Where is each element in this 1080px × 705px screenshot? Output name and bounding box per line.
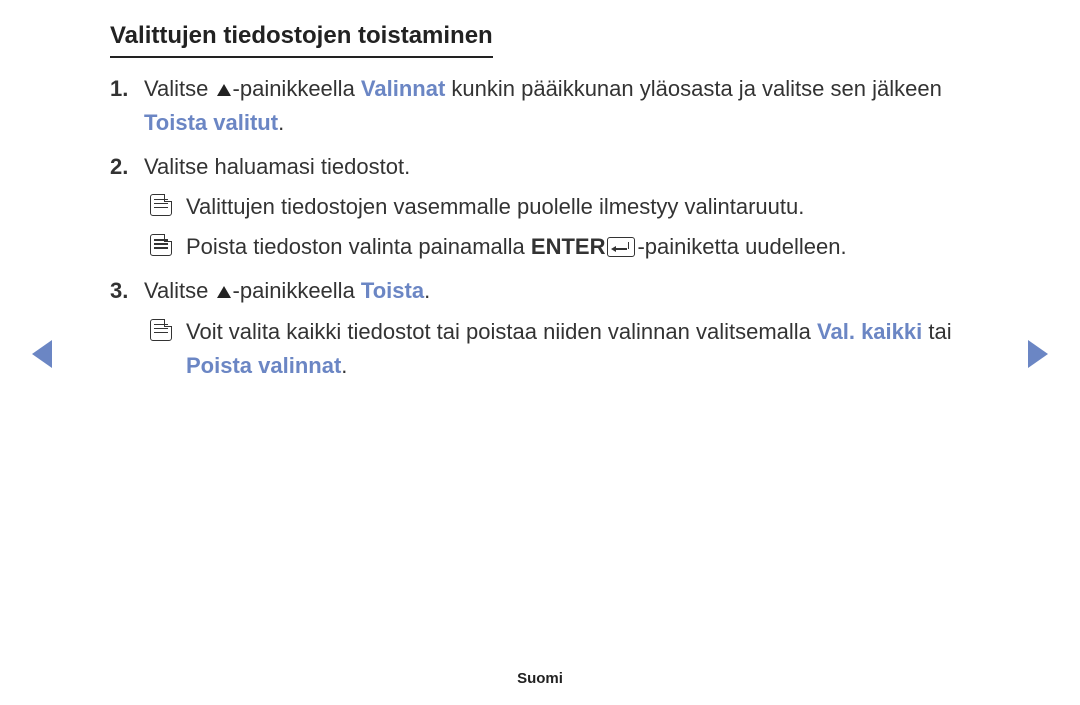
step-1: 1. Valitse -painikkeella Valinnat kunkin… (110, 72, 970, 140)
note-icon (150, 234, 172, 256)
up-arrow-icon (217, 286, 231, 298)
step-number: 1. (110, 72, 128, 106)
highlight-val-kaikki: Val. kaikki (817, 319, 922, 344)
text: . (278, 110, 284, 135)
note-item: Voit valita kaikki tiedostot tai poistaa… (144, 315, 970, 383)
prev-page-arrow-icon[interactable] (32, 340, 52, 368)
enter-label: ENTER (531, 234, 606, 259)
step-3: 3. Valitse -painikkeella Toista. Voit va… (110, 274, 970, 382)
text: . (424, 278, 430, 303)
highlight-toista-valitut: Toista valitut (144, 110, 278, 135)
note-icon (150, 319, 172, 341)
highlight-valinnat: Valinnat (361, 76, 445, 101)
enter-icon (607, 237, 635, 257)
note-icon (150, 194, 172, 216)
text: -painikkeella (233, 278, 361, 303)
text: Poista tiedoston valinta painamalla (186, 234, 531, 259)
note-item: Poista tiedoston valinta painamalla ENTE… (144, 230, 970, 264)
text: Valittujen tiedostojen vasemmalle puolel… (186, 194, 804, 219)
text: tai (922, 319, 951, 344)
text: . (341, 353, 347, 378)
text: Valitse haluamasi tiedostot. (144, 154, 410, 179)
highlight-toista: Toista (361, 278, 424, 303)
notes-list: Valittujen tiedostojen vasemmalle puolel… (144, 190, 970, 264)
footer-language: Suomi (0, 670, 1080, 687)
step-2: 2. Valitse haluamasi tiedostot. Valittuj… (110, 150, 970, 264)
highlight-poista-valinnat: Poista valinnat (186, 353, 341, 378)
section-heading: Valittujen tiedostojen toistaminen (110, 22, 493, 58)
step-number: 2. (110, 150, 128, 184)
text: -painiketta uudelleen. (637, 234, 846, 259)
text: Voit valita kaikki tiedostot tai poistaa… (186, 319, 817, 344)
page-content: Valittujen tiedostojen toistaminen 1. Va… (0, 0, 1080, 383)
note-item: Valittujen tiedostojen vasemmalle puolel… (144, 190, 970, 224)
up-arrow-icon (217, 84, 231, 96)
text: kunkin pääikkunan yläosasta ja valitse s… (445, 76, 942, 101)
steps-list: 1. Valitse -painikkeella Valinnat kunkin… (110, 72, 970, 383)
text: Valitse (144, 76, 215, 101)
next-page-arrow-icon[interactable] (1028, 340, 1048, 368)
text: -painikkeella (233, 76, 361, 101)
step-number: 3. (110, 274, 128, 308)
notes-list: Voit valita kaikki tiedostot tai poistaa… (144, 315, 970, 383)
text: Valitse (144, 278, 215, 303)
